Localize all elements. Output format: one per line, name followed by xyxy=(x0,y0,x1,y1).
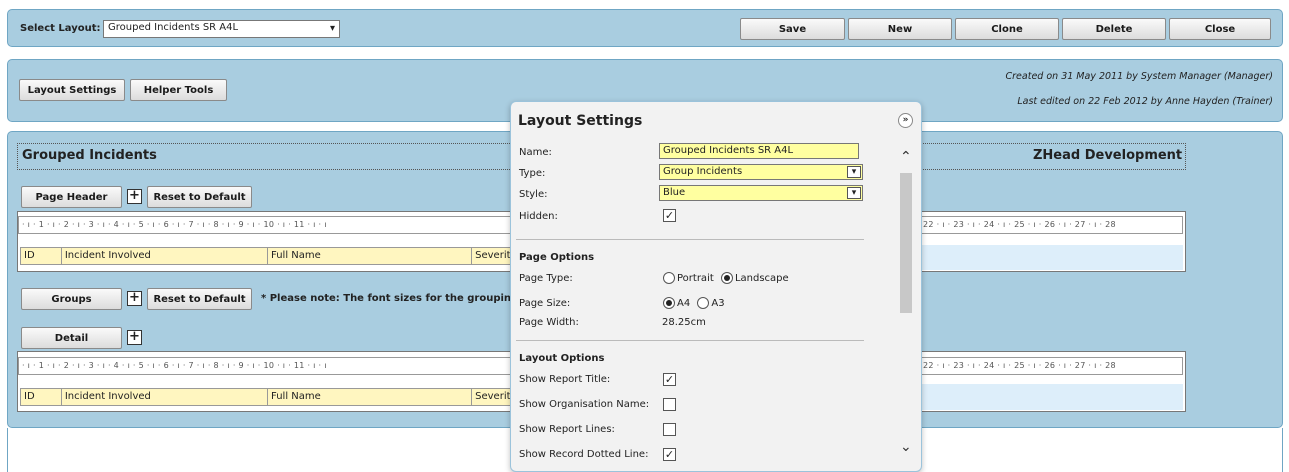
hidden-label: Hidden: xyxy=(519,211,558,222)
detail-ruler-right: 22 · ı · 23 · ı · 24 · ı · 25 · ı · 26 ·… xyxy=(919,357,1183,375)
close-button[interactable]: Close xyxy=(1169,18,1271,40)
groups-button[interactable]: Groups xyxy=(21,288,122,310)
divider xyxy=(516,340,864,341)
style-select[interactable]: Blue ▾ xyxy=(659,185,863,201)
landscape-label: Landscape xyxy=(734,273,789,284)
page-header-ruler-left: · ı · 1 · ı · 2 · ı · 3 · ı · 4 · ı · 5 … xyxy=(18,216,511,234)
scroll-up-icon[interactable]: ⌃ xyxy=(900,149,912,165)
dialog-scrollbar[interactable]: ⌃ ⌄ xyxy=(897,143,915,468)
add-group-icon[interactable]: + xyxy=(127,291,142,306)
column-id[interactable]: ID xyxy=(21,248,62,264)
scroll-thumb[interactable] xyxy=(900,173,912,313)
select-layout-label: Select Layout: xyxy=(20,23,101,34)
column-incident-involved[interactable]: Incident Involved xyxy=(62,389,268,405)
delete-button[interactable]: Delete xyxy=(1062,18,1166,40)
groups-note: * Please note: The font sizes for the gr… xyxy=(261,293,511,304)
chevron-down-icon: ▾ xyxy=(329,23,335,34)
a4-label: A4 xyxy=(677,298,691,309)
show-report-title-label: Show Report Title: xyxy=(519,374,611,385)
layout-settings-button[interactable]: Layout Settings xyxy=(19,79,125,101)
page-size-radios: A4 A3 xyxy=(663,297,725,309)
a3-label: A3 xyxy=(711,298,725,309)
page-options-heading: Page Options xyxy=(519,252,595,263)
chevron-down-icon: ▾ xyxy=(847,187,861,199)
select-layout-value: Grouped Incidents SR A4L xyxy=(108,22,239,33)
dialog-title: Layout Settings xyxy=(518,113,643,129)
page-header-ruler-right: 22 · ı · 23 · ı · 24 · ı · 25 · ı · 26 ·… xyxy=(919,216,1183,234)
column-id[interactable]: ID xyxy=(21,389,62,405)
page-width-value: 28.25cm xyxy=(662,317,706,328)
portrait-radio[interactable] xyxy=(663,272,675,284)
organisation-name: ZHead Development xyxy=(1033,148,1183,163)
page-header-button[interactable]: Page Header xyxy=(21,186,122,208)
layout-options-heading: Layout Options xyxy=(519,353,605,364)
add-detail-icon[interactable]: + xyxy=(127,330,142,345)
name-value: Grouped Incidents SR A4L xyxy=(663,145,794,156)
detail-ruler-left: · ı · 1 · ı · 2 · ı · 3 · ı · 4 · ı · 5 … xyxy=(18,357,511,375)
collapse-icon[interactable]: » xyxy=(898,113,913,128)
column-severity[interactable]: Severity xyxy=(472,389,511,405)
clone-button[interactable]: Clone xyxy=(955,18,1059,40)
scroll-down-icon[interactable]: ⌄ xyxy=(900,439,912,455)
page-header-row: ID Incident Involved Full Name Severity xyxy=(20,247,512,265)
chevron-down-icon: ▾ xyxy=(847,166,861,178)
portrait-label: Portrait xyxy=(677,273,714,284)
detail-button[interactable]: Detail xyxy=(21,327,122,349)
type-label: Type: xyxy=(519,168,546,179)
created-text: Created on 31 May 2011 by System Manager… xyxy=(1005,71,1273,82)
save-button[interactable]: Save xyxy=(740,18,845,40)
add-page-header-icon[interactable]: + xyxy=(127,189,142,204)
a4-radio[interactable] xyxy=(663,297,675,309)
show-report-lines-checkbox[interactable] xyxy=(663,423,676,436)
column-incident-involved[interactable]: Incident Involved xyxy=(62,248,268,264)
column-severity[interactable]: Severity xyxy=(472,248,511,264)
style-label: Style: xyxy=(519,189,548,200)
column-full-name[interactable]: Full Name xyxy=(268,389,473,405)
show-org-name-checkbox[interactable] xyxy=(663,398,676,411)
show-report-title-checkbox[interactable]: ✓ xyxy=(663,373,676,386)
type-value: Group Incidents xyxy=(663,166,743,177)
show-record-dotted-label: Show Record Dotted Line: xyxy=(519,449,649,460)
report-title: Grouped Incidents xyxy=(22,148,157,163)
page-type-label: Page Type: xyxy=(519,273,573,284)
page-header-band-right xyxy=(919,245,1183,270)
detail-row: ID Incident Involved Full Name Severity xyxy=(20,388,512,406)
a3-radio[interactable] xyxy=(697,297,710,309)
name-label: Name: xyxy=(519,147,552,158)
reset-groups-button[interactable]: Reset to Default xyxy=(147,288,252,310)
show-report-lines-label: Show Report Lines: xyxy=(519,424,615,435)
show-org-name-label: Show Organisation Name: xyxy=(519,399,650,410)
reset-page-header-button[interactable]: Reset to Default xyxy=(147,186,252,208)
style-value: Blue xyxy=(663,187,686,198)
new-button[interactable]: New xyxy=(848,18,952,40)
helper-tools-button[interactable]: Helper Tools xyxy=(130,79,227,101)
landscape-radio[interactable] xyxy=(720,272,733,284)
show-record-dotted-checkbox[interactable]: ✓ xyxy=(663,448,676,461)
page-width-label: Page Width: xyxy=(519,317,579,328)
hidden-checkbox[interactable]: ✓ xyxy=(663,209,676,222)
page-size-label: Page Size: xyxy=(519,298,571,309)
edited-text: Last edited on 22 Feb 2012 by Anne Hayde… xyxy=(1017,96,1273,107)
column-full-name[interactable]: Full Name xyxy=(268,248,473,264)
detail-band-right xyxy=(919,384,1183,410)
divider xyxy=(516,239,864,240)
name-field[interactable]: Grouped Incidents SR A4L xyxy=(659,143,859,159)
type-select[interactable]: Group Incidents ▾ xyxy=(659,164,863,180)
select-layout-dropdown[interactable]: Grouped Incidents SR A4L ▾ xyxy=(103,20,340,38)
page-type-radios: Portrait Landscape xyxy=(663,272,789,284)
